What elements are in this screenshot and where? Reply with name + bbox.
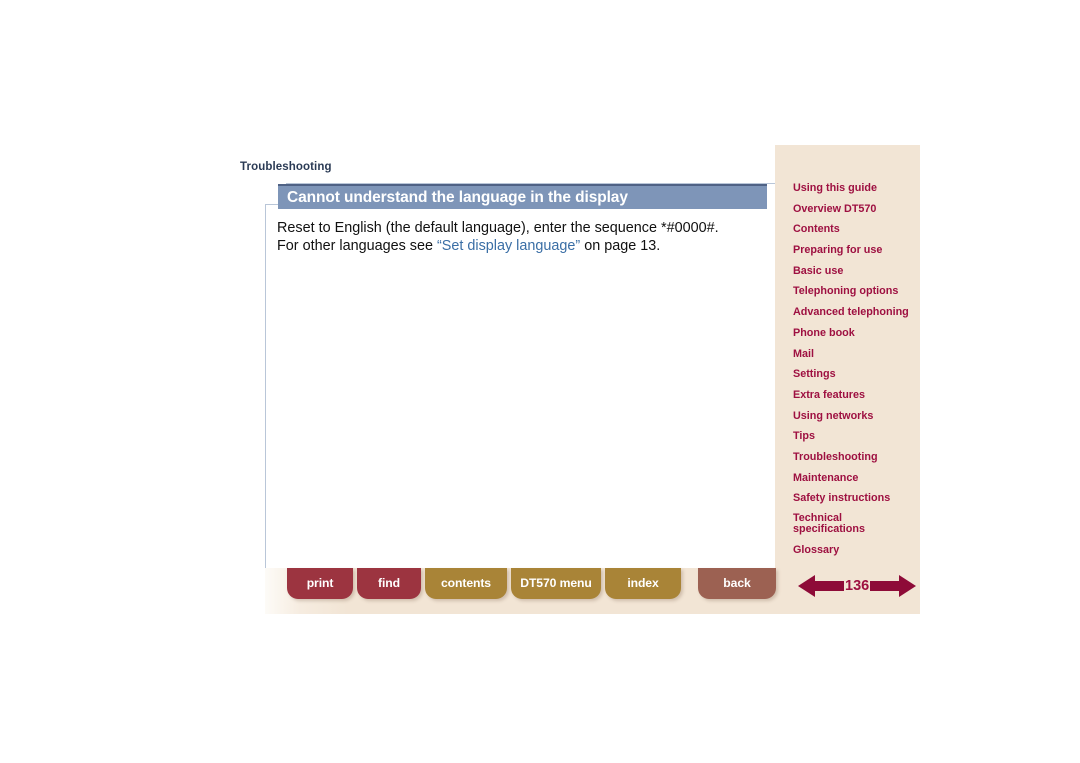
toolbar: print find contents DT570 menu index bac…	[287, 568, 780, 599]
breadcrumb: Troubleshooting	[240, 161, 332, 173]
arrow-left-icon[interactable]	[798, 573, 844, 599]
sidebar-item-mail[interactable]: Mail	[793, 348, 915, 360]
body-line-2-prefix: For other languages see	[277, 237, 437, 254]
page-title-bar: Cannot understand the language in the di…	[278, 184, 767, 209]
contents-button[interactable]: contents	[425, 568, 507, 599]
cross-reference-link[interactable]: “Set display language”	[437, 238, 580, 254]
page-number: 136	[845, 577, 870, 594]
sidebar-item-contents[interactable]: Contents	[793, 223, 915, 235]
sidebar-item-using-networks[interactable]: Using networks	[793, 410, 915, 422]
pager: 136	[798, 573, 917, 599]
sidebar-nav-list: Using this guide Overview DT570 Contents…	[793, 182, 915, 565]
print-button[interactable]: print	[287, 568, 353, 599]
sidebar-item-troubleshooting[interactable]: Troubleshooting	[793, 451, 915, 463]
sidebar-item-technical-specifications[interactable]: Technical specifications	[793, 513, 915, 535]
sidebar-item-preparing-for-use[interactable]: Preparing for use	[793, 244, 915, 256]
sidebar-item-using-this-guide[interactable]: Using this guide	[793, 182, 915, 194]
sidebar-item-glossary[interactable]: Glossary	[793, 544, 915, 556]
body-line-1: Reset to English (the default language),…	[277, 220, 719, 236]
sidebar-item-phone-book[interactable]: Phone book	[793, 327, 915, 339]
body-line-2-suffix: on page 13.	[580, 237, 661, 254]
sidebar: Using this guide Overview DT570 Contents…	[775, 145, 920, 614]
body-line-2: For other languages see “Set display lan…	[277, 238, 762, 256]
sidebar-item-extra-features[interactable]: Extra features	[793, 389, 915, 401]
dt570-menu-button[interactable]: DT570 menu	[511, 568, 601, 599]
sidebar-item-advanced-telephoning[interactable]: Advanced telephoning	[793, 306, 915, 318]
find-button[interactable]: find	[357, 568, 421, 599]
sidebar-item-safety-instructions[interactable]: Safety instructions	[793, 492, 915, 504]
page-title: Cannot understand the language in the di…	[287, 188, 628, 206]
index-button[interactable]: index	[605, 568, 681, 599]
arrow-right-icon[interactable]	[870, 573, 917, 599]
manual-page: Troubleshooting Cannot understand the la…	[0, 0, 1080, 763]
sidebar-item-overview-dt570[interactable]: Overview DT570	[793, 203, 915, 215]
sidebar-item-telephoning-options[interactable]: Telephoning options	[793, 285, 915, 297]
sidebar-item-maintenance[interactable]: Maintenance	[793, 472, 915, 484]
sidebar-item-basic-use[interactable]: Basic use	[793, 265, 915, 277]
body-text: Reset to English (the default language),…	[277, 220, 762, 255]
sidebar-item-settings[interactable]: Settings	[793, 368, 915, 380]
back-button[interactable]: back	[698, 568, 776, 599]
sidebar-item-tips[interactable]: Tips	[793, 430, 915, 442]
